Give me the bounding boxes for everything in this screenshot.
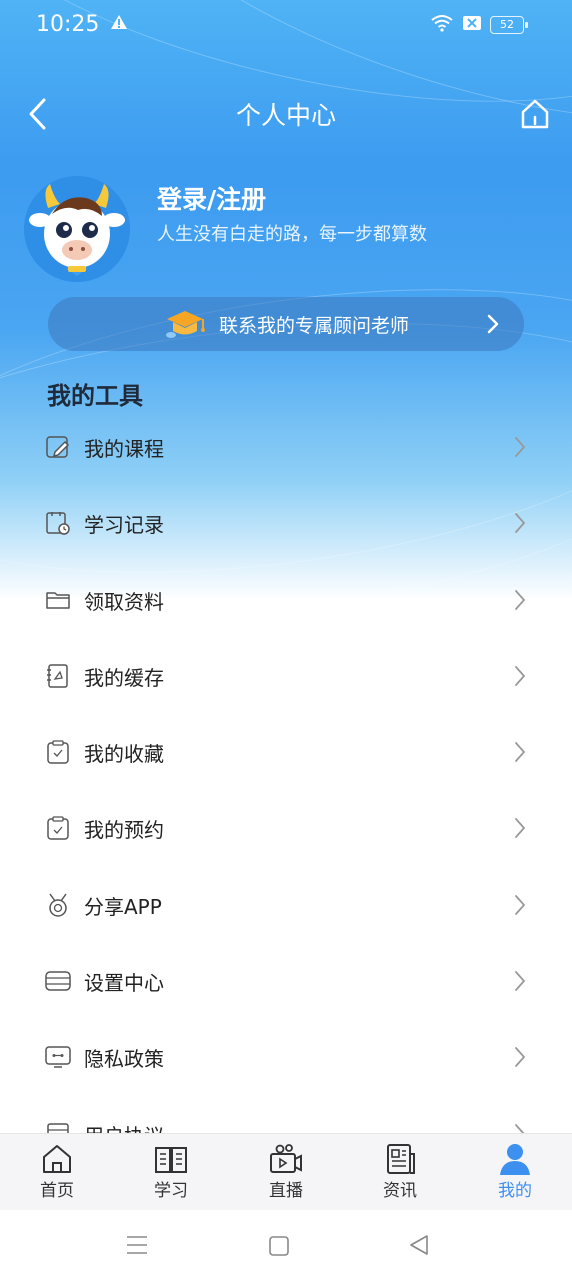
tab-label: 首页 (40, 1181, 74, 1201)
bottom-tab-bar: 首页 学习 直播 资讯 我的 (0, 1133, 572, 1211)
menu-icon[interactable] (125, 1235, 149, 1255)
tab-news[interactable]: 资讯 (360, 1142, 440, 1201)
menu-item-get-materials[interactable]: 领取资料 (0, 561, 572, 637)
avatar[interactable] (24, 176, 130, 282)
tab-home[interactable]: 首页 (17, 1142, 97, 1201)
status-time: 10:25 (36, 12, 100, 37)
menu-item-label: 我的缓存 (84, 665, 164, 690)
menu-item-settings[interactable]: 设置中心 (0, 942, 572, 1018)
battery-indicator: 52 (490, 16, 528, 34)
folder-icon (46, 591, 70, 609)
wifi-icon (430, 14, 454, 36)
menu-item-label: 领取资料 (84, 589, 164, 614)
reservation-icon (47, 816, 69, 841)
warning-icon (110, 14, 128, 34)
tab-label: 学习 (154, 1181, 188, 1201)
menu-item-privacy-policy[interactable]: 隐私政策 (0, 1018, 572, 1094)
menu-item-label: 隐私政策 (84, 1047, 164, 1072)
home-icon (43, 1145, 71, 1173)
chevron-right-icon (515, 513, 526, 534)
menu-item-my-favorites[interactable]: 我的收藏 (0, 713, 572, 789)
chevron-right-icon (515, 665, 526, 686)
menu-item-label: 我的预约 (84, 818, 164, 843)
chevron-right-icon (515, 589, 526, 610)
sim-off-icon (462, 15, 482, 35)
tab-study[interactable]: 学习 (131, 1142, 211, 1201)
tools-section-title: 我的工具 (47, 382, 143, 410)
status-bar: 10:25 52 (0, 0, 572, 52)
settings-icon (45, 971, 71, 991)
chevron-right-icon (515, 894, 526, 915)
system-navigation-bar (0, 1210, 572, 1280)
chevron-right-icon (515, 742, 526, 763)
graduation-cap-icon (165, 311, 205, 338)
chevron-right-icon (515, 971, 526, 991)
tab-label: 资讯 (383, 1181, 417, 1201)
menu-item-label: 分享APP (84, 894, 162, 919)
cache-icon (47, 664, 68, 688)
contact-advisor-button[interactable]: 联系我的专属顾问老师 (48, 297, 524, 351)
share-icon (49, 893, 67, 917)
menu-item-label: 我的课程 (84, 437, 164, 461)
menu-item-label: 设置中心 (84, 971, 164, 996)
study-record-icon (46, 512, 70, 536)
menu-item-my-cache[interactable]: 我的缓存 (0, 637, 572, 713)
course-icon (46, 436, 70, 458)
user-icon (500, 1144, 530, 1175)
home-button[interactable] (520, 98, 550, 130)
tools-menu: 我的课程 学习记录 领取资料 我的缓存 我的收藏 我的预约 分享APP 设置中心 (0, 408, 572, 1171)
menu-item-my-courses[interactable]: 我的课程 (0, 408, 572, 484)
chevron-right-icon (515, 818, 526, 839)
privacy-icon (45, 1046, 71, 1069)
newspaper-icon (387, 1144, 415, 1174)
chevron-right-icon (487, 314, 499, 334)
menu-item-my-reservations[interactable]: 我的预约 (0, 789, 572, 865)
menu-item-label: 我的收藏 (84, 742, 164, 767)
menu-item-study-record[interactable]: 学习记录 (0, 484, 572, 560)
login-register-link[interactable]: 登录/注册 (157, 180, 266, 216)
favorite-icon (47, 740, 69, 764)
back-triangle-icon[interactable] (408, 1234, 430, 1256)
chevron-right-icon (515, 1047, 526, 1068)
tab-label: 直播 (269, 1181, 303, 1201)
tab-live[interactable]: 直播 (246, 1142, 326, 1201)
menu-item-label: 学习记录 (84, 513, 164, 538)
chevron-right-icon (515, 437, 526, 457)
home-icon (521, 99, 549, 129)
video-camera-icon (270, 1144, 302, 1173)
tab-label: 我的 (498, 1181, 532, 1201)
book-icon (155, 1147, 187, 1173)
advisor-label: 联系我的专属顾问老师 (218, 314, 409, 337)
cow-mascot-icon (24, 176, 130, 282)
tab-mine[interactable]: 我的 (475, 1142, 555, 1201)
page-title: 个人中心 (235, 101, 336, 130)
menu-item-share-app[interactable]: 分享APP (0, 866, 572, 942)
user-motto: 人生没有白走的路，每一步都算数 (157, 224, 427, 245)
home-square-icon[interactable] (268, 1235, 290, 1257)
